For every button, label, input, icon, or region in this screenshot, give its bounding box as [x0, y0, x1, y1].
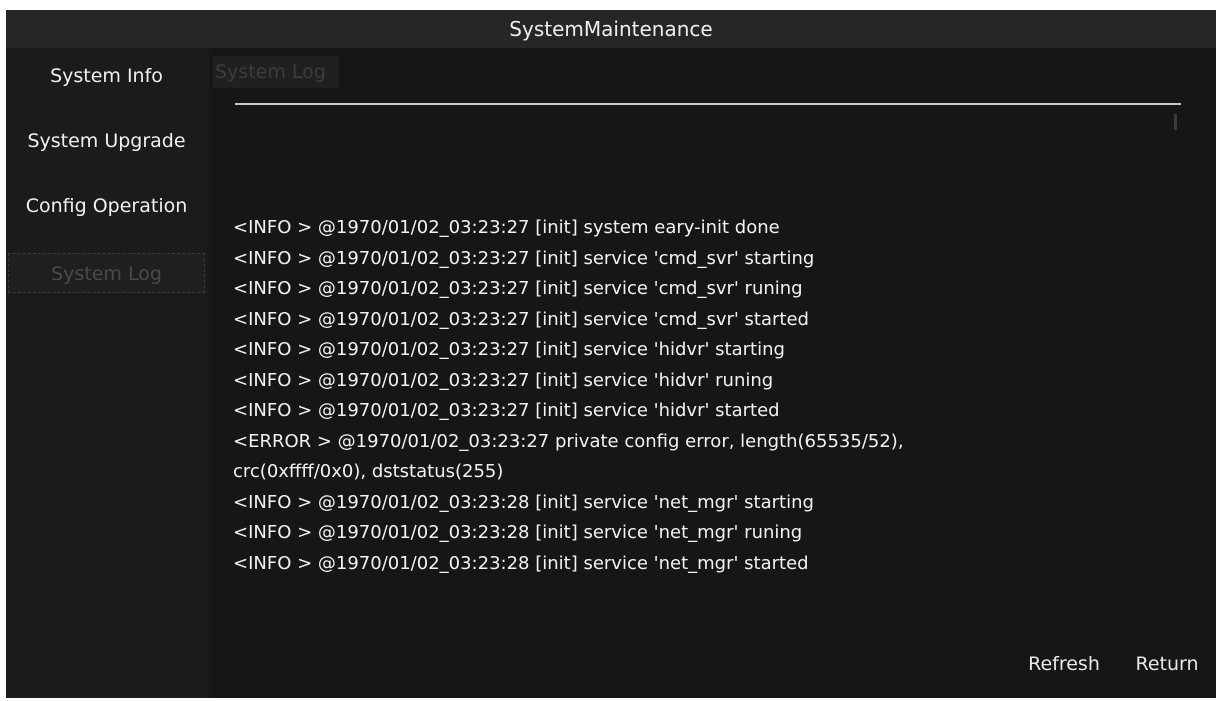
log-line: <INFO > @1970/01/02_03:23:27 [init] serv…: [233, 400, 780, 421]
main-panel: System Log <INFO > @1970/01/02_03:23:27 …: [209, 48, 1216, 698]
sidebar: System Info System Upgrade Config Operat…: [6, 48, 209, 698]
sidebar-item-config-operation[interactable]: Config Operation: [8, 186, 205, 226]
log-line: <INFO > @1970/01/02_03:23:27 [init] serv…: [233, 278, 803, 299]
log-line: crc(0xffff/0x0), dststatus(255): [233, 461, 504, 482]
sidebar-item-system-info[interactable]: System Info: [8, 56, 205, 96]
log-line: <INFO > @1970/01/02_03:23:27 [init] serv…: [233, 339, 785, 360]
log-line: <INFO > @1970/01/02_03:23:28 [init] serv…: [233, 552, 809, 574]
log-line: <INFO > @1970/01/02_03:23:27 [init] serv…: [233, 247, 815, 269]
system-maintenance-window: SystemMaintenance System Info System Upg…: [6, 10, 1216, 698]
scrollbar[interactable]: [1174, 114, 1177, 130]
return-button[interactable]: Return: [1123, 648, 1211, 680]
log-line: <INFO > @1970/01/02_03:23:28 [init] serv…: [233, 491, 814, 513]
refresh-button[interactable]: Refresh: [1013, 648, 1115, 680]
tab-system-log[interactable]: System Log: [213, 56, 339, 88]
window-title: SystemMaintenance: [6, 10, 1216, 48]
sidebar-item-system-log[interactable]: System Log: [8, 253, 205, 293]
log-line: <ERROR > @1970/01/02_03:23:27 private co…: [233, 430, 904, 452]
log-line: <INFO > @1970/01/02_03:23:28 [init] serv…: [233, 522, 803, 543]
log-line: <INFO > @1970/01/02_03:23:27 [init] syst…: [233, 217, 780, 238]
log-line: <INFO > @1970/01/02_03:23:27 [init] serv…: [233, 369, 774, 391]
sidebar-item-system-upgrade[interactable]: System Upgrade: [8, 121, 205, 161]
divider: [235, 103, 1181, 105]
log-line: <INFO > @1970/01/02_03:23:27 [init] serv…: [233, 308, 809, 330]
log-area: <INFO > @1970/01/02_03:23:27 [init] syst…: [233, 213, 1173, 579]
